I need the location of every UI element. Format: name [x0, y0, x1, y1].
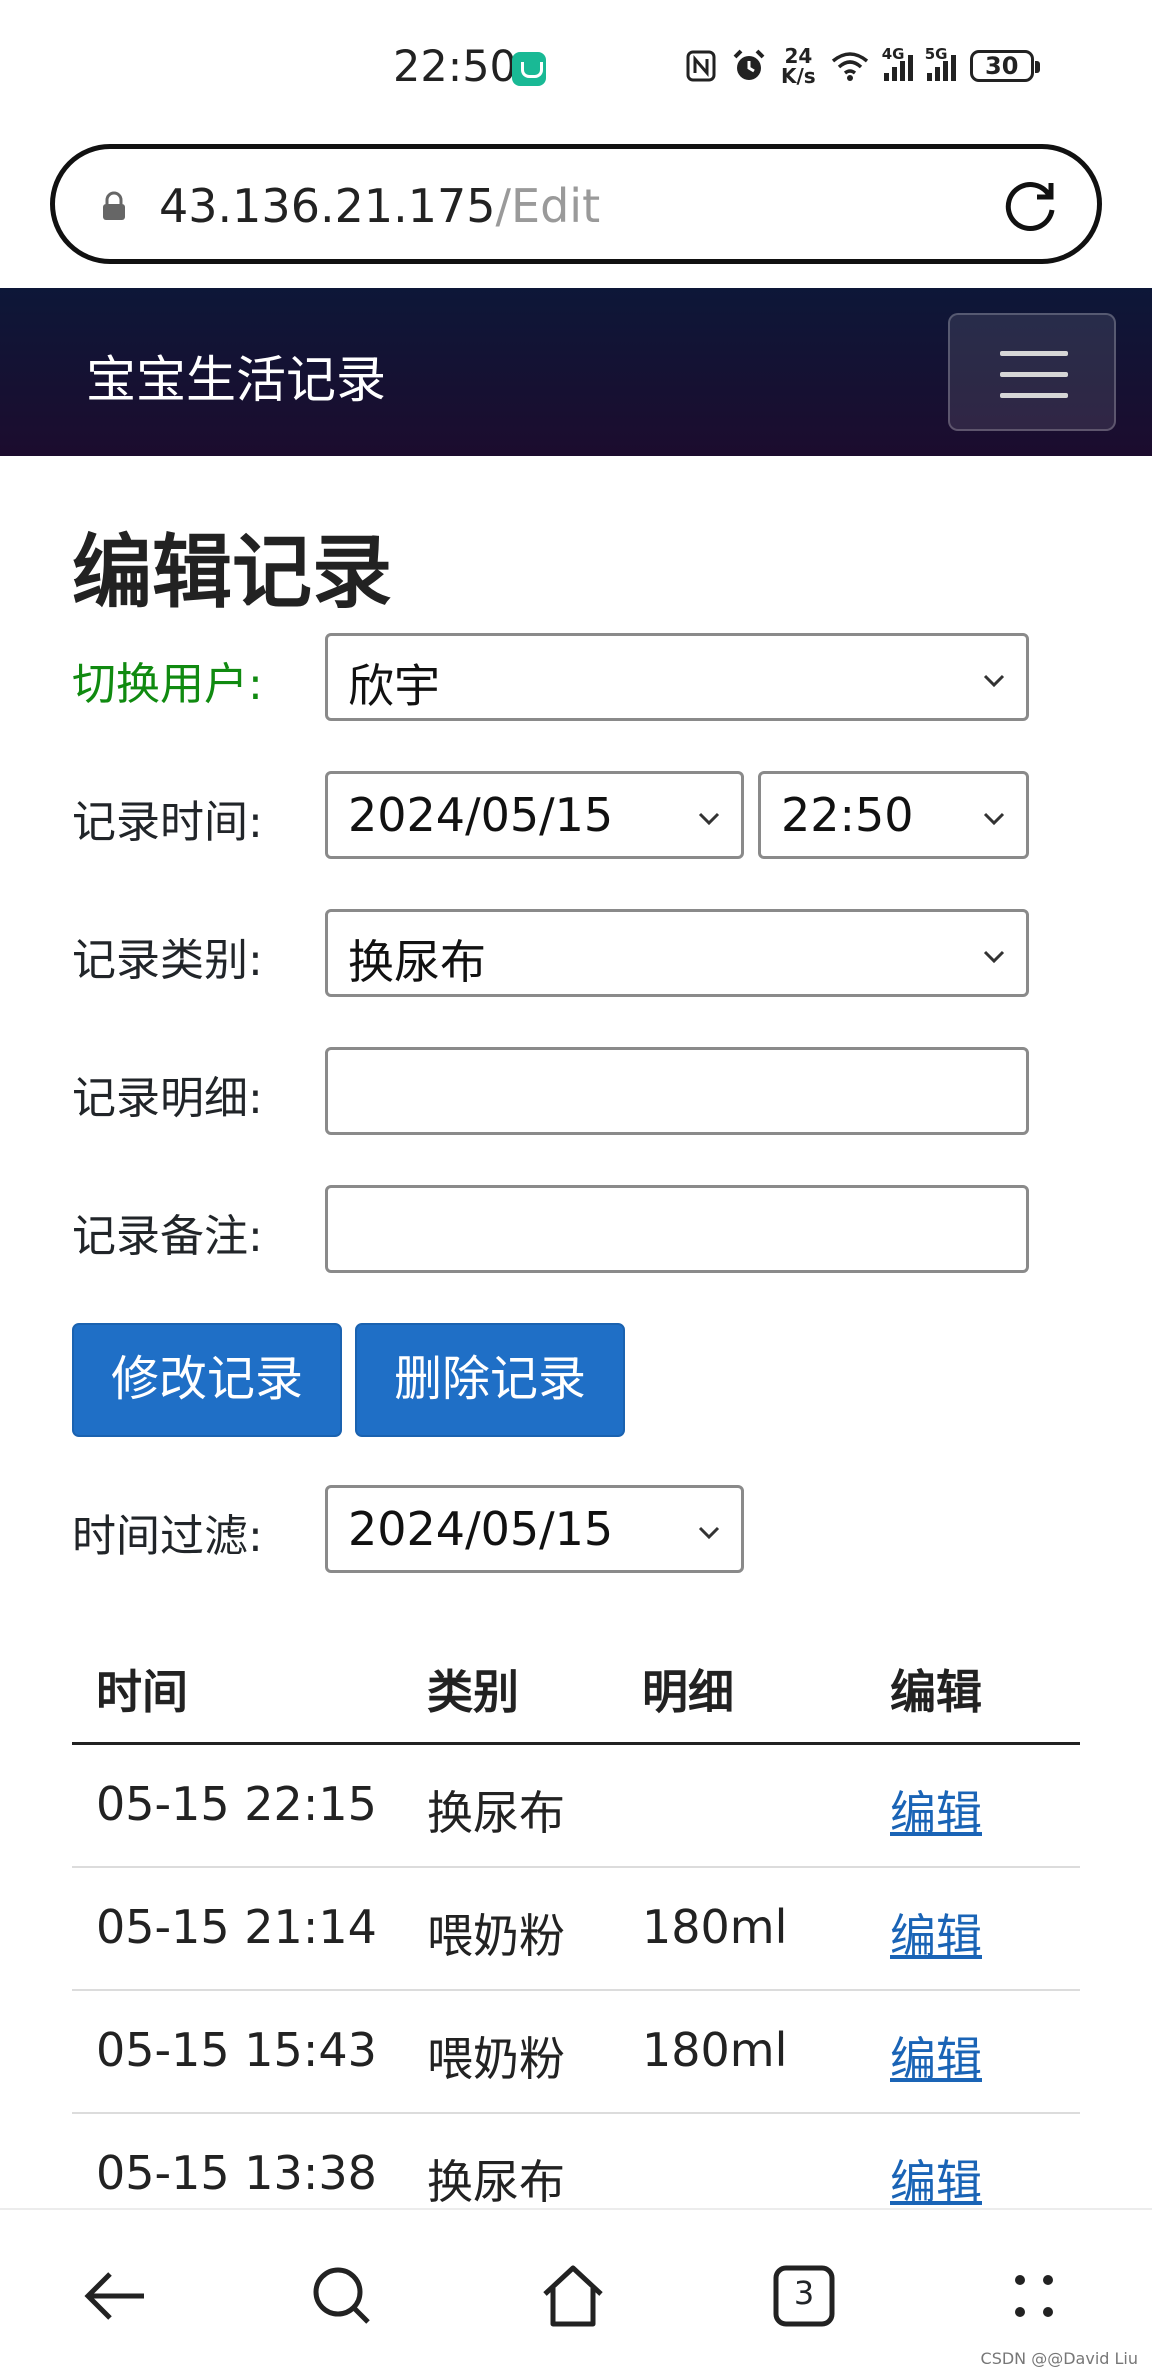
delete-record-button[interactable]: 删除记录 — [355, 1323, 625, 1437]
cell-category: 换尿布 — [427, 1786, 565, 1840]
cell-detail: 180ml — [642, 2023, 788, 2077]
reload-icon[interactable] — [999, 175, 1061, 237]
site-navbar: 宝宝生活记录 — [0, 288, 1152, 456]
user-select-value: 欣宇 — [348, 659, 440, 713]
page-title: 编辑记录 — [72, 526, 392, 619]
navbar-toggle-button[interactable] — [948, 313, 1116, 431]
filter-label: 时间过滤: — [72, 1511, 263, 1562]
edit-link[interactable]: 编辑 — [890, 1900, 982, 1966]
date-select[interactable]: 2024/05/15 — [325, 771, 744, 859]
alarm-icon — [733, 49, 765, 80]
watermark-text: CSDN @@David Liu — [980, 2349, 1138, 2368]
cell-category: 换尿布 — [427, 2155, 565, 2209]
time-label: 记录时间: — [72, 797, 263, 848]
app-notification-icon — [512, 52, 546, 86]
category-label: 记录类别: — [72, 935, 263, 986]
table-row: 05-15 15:43 喂奶粉 180ml 编辑 — [72, 1991, 1080, 2114]
edit-link[interactable]: 编辑 — [890, 1777, 982, 1843]
chevron-down-icon — [983, 674, 1005, 688]
address-bar[interactable]: 43.136.21.175/Edit — [50, 144, 1102, 264]
col-header-category: 类别 — [427, 1665, 519, 1719]
note-input[interactable] — [325, 1185, 1029, 1273]
detail-label: 记录明细: — [72, 1073, 263, 1124]
col-header-detail: 明细 — [642, 1665, 734, 1719]
cell-category: 喂奶粉 — [427, 1909, 565, 1963]
edit-link[interactable]: 编辑 — [890, 2023, 982, 2089]
url-host: 43.136.21.175 — [159, 179, 496, 233]
menu-icon-bar — [1000, 372, 1068, 377]
detail-input[interactable] — [325, 1047, 1029, 1135]
signal-sim1-icon: 4G — [882, 45, 913, 81]
network-speed: 24 K/s — [781, 46, 816, 86]
home-icon[interactable] — [537, 2260, 609, 2332]
url-text: 43.136.21.175/Edit — [159, 179, 600, 233]
col-header-time: 时间 — [96, 1665, 188, 1719]
browser-bottom-nav: 3 CSDN @@David Liu — [0, 2208, 1152, 2376]
net-speed-unit: K/s — [781, 64, 816, 88]
tabs-button[interactable]: 3 — [768, 2260, 840, 2332]
user-select[interactable]: 欣宇 — [325, 633, 1029, 721]
navbar-brand[interactable]: 宝宝生活记录 — [86, 340, 386, 412]
category-select[interactable]: 换尿布 — [325, 909, 1029, 997]
status-bar: 22:50 24 K/s 4G 5G 30 — [0, 0, 1152, 136]
chevron-down-icon — [983, 950, 1005, 964]
tabs-count: 3 — [793, 2274, 815, 2312]
signal-sim2-icon: 5G — [925, 45, 956, 81]
cell-detail: 180ml — [642, 1900, 788, 1954]
col-header-edit: 编辑 — [890, 1665, 982, 1719]
date-select-value: 2024/05/15 — [348, 788, 614, 842]
table-row: 05-15 22:15 换尿布 编辑 — [72, 1745, 1080, 1868]
note-label: 记录备注: — [72, 1211, 263, 1262]
user-label: 切换用户: — [72, 659, 263, 710]
date-filter-value: 2024/05/15 — [348, 1502, 614, 1556]
status-icons: 24 K/s 4G 5G 30 — [685, 44, 1040, 88]
back-arrow-icon[interactable] — [80, 2260, 152, 2332]
lock-icon — [103, 191, 125, 220]
time-select-value: 22:50 — [781, 788, 914, 842]
menu-icon-bar — [1000, 393, 1068, 398]
time-select[interactable]: 22:50 — [758, 771, 1029, 859]
nfc-icon — [686, 50, 716, 82]
chevron-down-icon — [698, 812, 720, 826]
cell-time: 05-15 21:14 — [96, 1900, 377, 1954]
table-row: 05-15 21:14 喂奶粉 180ml 编辑 — [72, 1868, 1080, 1991]
url-path: /Edit — [495, 179, 601, 233]
chevron-down-icon — [698, 1526, 720, 1540]
edit-link[interactable]: 编辑 — [890, 2146, 982, 2212]
cell-category: 喂奶粉 — [427, 2032, 565, 2086]
cell-time: 05-15 13:38 — [96, 2146, 377, 2200]
category-select-value: 换尿布 — [348, 935, 486, 989]
status-time: 22:50 — [393, 42, 517, 92]
cell-time: 05-15 22:15 — [96, 1777, 377, 1831]
more-options-icon[interactable] — [998, 2260, 1070, 2332]
cell-time: 05-15 15:43 — [96, 2023, 377, 2077]
update-record-button[interactable]: 修改记录 — [72, 1323, 342, 1437]
sim2-label: 5G — [924, 45, 948, 63]
menu-icon-bar — [1000, 351, 1068, 356]
sim1-label: 4G — [881, 45, 905, 63]
wifi-icon — [831, 52, 868, 81]
date-filter-select[interactable]: 2024/05/15 — [325, 1485, 744, 1573]
battery-icon: 30 — [969, 50, 1040, 82]
search-icon[interactable] — [306, 2260, 378, 2332]
chevron-down-icon — [983, 812, 1005, 826]
